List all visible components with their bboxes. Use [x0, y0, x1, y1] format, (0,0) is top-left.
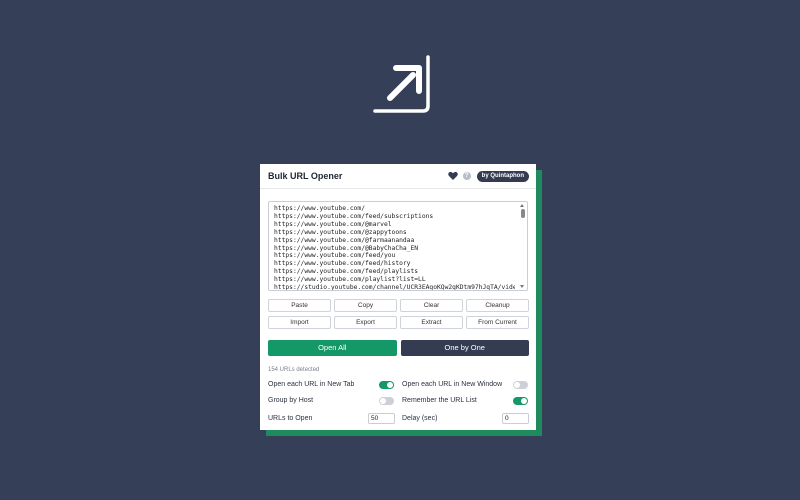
paste-button[interactable]: Paste	[268, 299, 331, 312]
main-buttons: Open All One by One	[268, 340, 529, 356]
remember-list-label: Remember the URL List	[402, 397, 477, 404]
copy-button[interactable]: Copy	[334, 299, 397, 312]
author-badge[interactable]: by Quintaphon	[476, 170, 529, 182]
url-line: https://www.youtube.com/@BabyChaCha_EN	[274, 244, 419, 252]
clear-button[interactable]: Clear	[400, 299, 463, 312]
extension-popup: Bulk URL Opener ? by Quintaphon https://…	[260, 164, 536, 430]
delay-input[interactable]: 0	[502, 413, 529, 424]
popup-header: Bulk URL Opener ? by Quintaphon	[260, 164, 536, 189]
group-by-host-toggle[interactable]	[379, 397, 394, 405]
urls-to-open-label: URLs to Open	[268, 415, 313, 422]
new-window-label: Open each URL in New Window	[402, 381, 503, 388]
toggle-knob	[387, 382, 393, 388]
url-line: https://www.youtube.com/	[274, 205, 365, 212]
new-window-toggle[interactable]	[513, 381, 528, 389]
toggle-knob	[380, 398, 386, 404]
url-line: https://www.youtube.com/feed/playlists	[274, 268, 419, 276]
toggle-knob	[514, 382, 520, 388]
url-line: https://www.youtube.com/playlist?list=LL	[274, 276, 426, 284]
new-tab-toggle[interactable]	[379, 381, 394, 389]
url-list: https://www.youtube.com/https://www.yout…	[269, 202, 527, 291]
scroll-thumb[interactable]	[520, 209, 525, 218]
url-line: https://www.youtube.com/feed/history	[274, 260, 411, 268]
toggle-knob	[521, 398, 527, 404]
url-count-status: 154 URLs detected	[268, 367, 320, 373]
url-scrollbar[interactable]	[520, 204, 525, 288]
export-button[interactable]: Export	[334, 316, 397, 329]
cleanup-button[interactable]: Cleanup	[466, 299, 529, 312]
url-line: https://www.youtube.com/feed/subscriptio…	[274, 212, 434, 220]
popup-title: Bulk URL Opener	[268, 171, 343, 181]
urls-to-open-input[interactable]: 50	[368, 413, 395, 424]
heart-icon[interactable]	[447, 171, 458, 181]
url-line: https://studio.youtube.com/channel/UCR3E…	[274, 284, 515, 291]
from-current-button[interactable]: From Current	[466, 316, 529, 329]
one-by-one-button[interactable]: One by One	[400, 340, 529, 356]
group-by-host-label: Group by Host	[268, 397, 314, 404]
url-line: https://www.youtube.com/@marvel	[274, 220, 392, 228]
extract-button[interactable]: Extract	[400, 316, 463, 329]
scroll-up-arrow[interactable]	[520, 204, 524, 207]
help-icon[interactable]: ?	[462, 172, 471, 180]
open-all-button[interactable]: Open All	[268, 340, 397, 356]
scroll-down-arrow[interactable]	[520, 285, 524, 288]
url-line: https://www.youtube.com/@zappytoons	[274, 228, 407, 236]
remember-list-toggle[interactable]	[513, 397, 528, 405]
import-button[interactable]: Import	[268, 316, 331, 329]
action-buttons: Paste Copy Clear Cleanup Import Export E…	[268, 299, 529, 329]
url-line: https://www.youtube.com/feed/you	[274, 252, 396, 260]
arrow-up-right-icon	[373, 55, 430, 113]
url-textarea[interactable]: https://www.youtube.com/https://www.yout…	[268, 201, 528, 291]
url-line: https://www.youtube.com/@farmaanandaa	[274, 236, 415, 244]
delay-label: Delay (sec)	[402, 415, 438, 422]
new-tab-label: Open each URL in New Tab	[268, 381, 355, 388]
